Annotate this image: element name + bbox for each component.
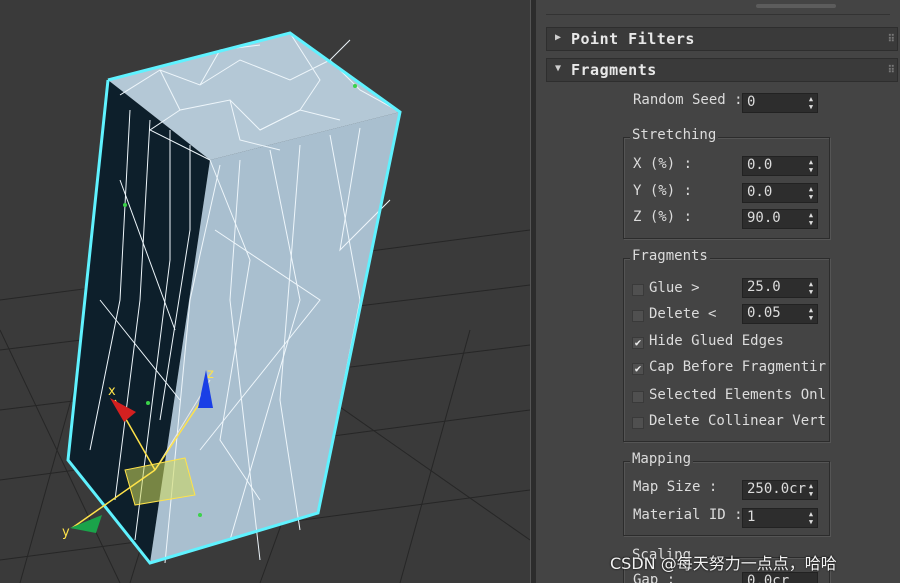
- random-seed-value: 0: [747, 94, 756, 110]
- hide-glued-edges-checkbox[interactable]: ✔: [632, 337, 644, 349]
- grip-icon: ⠿: [887, 34, 895, 45]
- stretching-title: Stretching: [630, 127, 719, 143]
- random-seed-spinner[interactable]: 0 ▲ ▼: [742, 93, 818, 113]
- stretch-x-spinner[interactable]: 0.0 ▲ ▼: [742, 156, 818, 176]
- delete-spinner[interactable]: 0.05 ▲ ▼: [742, 304, 818, 324]
- stretching-group: Stretching X (%) : 0.0 ▲ ▼ Y (%) : 0.0 ▲ ▼…: [623, 127, 830, 239]
- hide-glued-edges-label: Hide Glued Edges: [649, 333, 784, 349]
- mapping-title: Mapping: [630, 451, 694, 467]
- selected-elements-label: Selected Elements Onl: [649, 387, 827, 403]
- delete-label: Delete <: [649, 306, 717, 322]
- stretch-z-spinner[interactable]: 90.0 ▲ ▼: [742, 209, 818, 229]
- spinner-arrows-icon[interactable]: ▲ ▼: [807, 510, 815, 526]
- spinner-arrows-icon[interactable]: ▲ ▼: [807, 306, 815, 322]
- delete-collinear-checkbox[interactable]: [632, 417, 644, 429]
- stretch-z-label: Z (%) :: [633, 209, 693, 225]
- material-id-value: 1: [747, 509, 756, 525]
- viewport-3d[interactable]: y x z: [0, 0, 530, 583]
- expand-arrow-icon: ▼: [555, 63, 562, 74]
- stretch-y-spinner[interactable]: 0.0 ▲ ▼: [742, 183, 818, 203]
- rollout-title-point-filters: Point Filters: [571, 30, 695, 48]
- viewport-canvas[interactable]: y x z: [0, 0, 530, 583]
- fragments-group: Fragments Glue > 25.0 ▲ ▼ Delete < 0.05 ▲…: [623, 248, 830, 442]
- stretch-z-value: 90.0: [747, 210, 781, 226]
- cap-before-checkbox[interactable]: ✔: [632, 363, 644, 375]
- spinner-arrows-icon[interactable]: ▲ ▼: [807, 482, 815, 498]
- stretch-y-value: 0.0: [747, 184, 773, 200]
- glue-label: Glue >: [649, 280, 700, 296]
- stretch-x-value: 0.0: [747, 157, 773, 173]
- delete-collinear-label: Delete Collinear Vert: [649, 413, 827, 429]
- fragments-group-title: Fragments: [630, 248, 710, 264]
- map-size-value: 250.0cr: [747, 481, 807, 497]
- stretch-y-label: Y (%) :: [633, 183, 693, 199]
- selected-elements-checkbox[interactable]: [632, 391, 644, 403]
- random-seed-label: Random Seed :: [633, 92, 743, 108]
- rollout-fragments[interactable]: ▼ Fragments ⠿: [546, 58, 898, 82]
- rollout-point-filters[interactable]: ▶ Point Filters ⠿: [546, 27, 898, 51]
- map-size-spinner[interactable]: 250.0cr ▲ ▼: [742, 480, 818, 500]
- rollout-title-fragments: Fragments: [571, 61, 657, 79]
- spinner-arrows-icon[interactable]: ▲ ▼: [807, 185, 815, 201]
- cap-before-label: Cap Before Fragmentir: [649, 359, 827, 375]
- grip-icon: ⠿: [887, 65, 895, 76]
- gap-value: 0.0cr: [747, 573, 790, 583]
- glue-value: 25.0: [747, 279, 781, 295]
- material-id-label: Material ID :: [633, 507, 743, 523]
- mapping-group: Mapping Map Size : 250.0cr ▲ ▼ Material I…: [623, 451, 830, 536]
- glue-spinner[interactable]: 25.0 ▲ ▼: [742, 278, 818, 298]
- spinner-arrows-icon[interactable]: ▲ ▼: [807, 211, 815, 227]
- axis-x-label: x: [108, 384, 116, 399]
- delete-value: 0.05: [747, 305, 781, 321]
- material-id-spinner[interactable]: 1 ▲ ▼: [742, 508, 818, 528]
- spinner-arrows-icon[interactable]: ▲ ▼: [807, 95, 815, 111]
- watermark: CSDN @每天努力一点点，哈哈: [610, 554, 837, 573]
- map-size-label: Map Size :: [633, 479, 718, 495]
- spinner-arrows-icon[interactable]: ▲ ▼: [807, 158, 815, 174]
- stretch-x-label: X (%) :: [633, 156, 693, 172]
- delete-checkbox[interactable]: [632, 310, 644, 322]
- collapse-arrow-icon: ▶: [555, 32, 562, 43]
- panel-top-scroll[interactable]: [546, 0, 890, 15]
- spinner-arrows-icon[interactable]: ▲ ▼: [807, 280, 815, 296]
- axis-z-label: z: [207, 367, 214, 382]
- axis-y-label: y: [62, 525, 70, 540]
- modifier-panel: ▶ Point Filters ⠿ ▼ Fragments ⠿ Random S…: [536, 0, 900, 583]
- glue-checkbox[interactable]: [632, 284, 644, 296]
